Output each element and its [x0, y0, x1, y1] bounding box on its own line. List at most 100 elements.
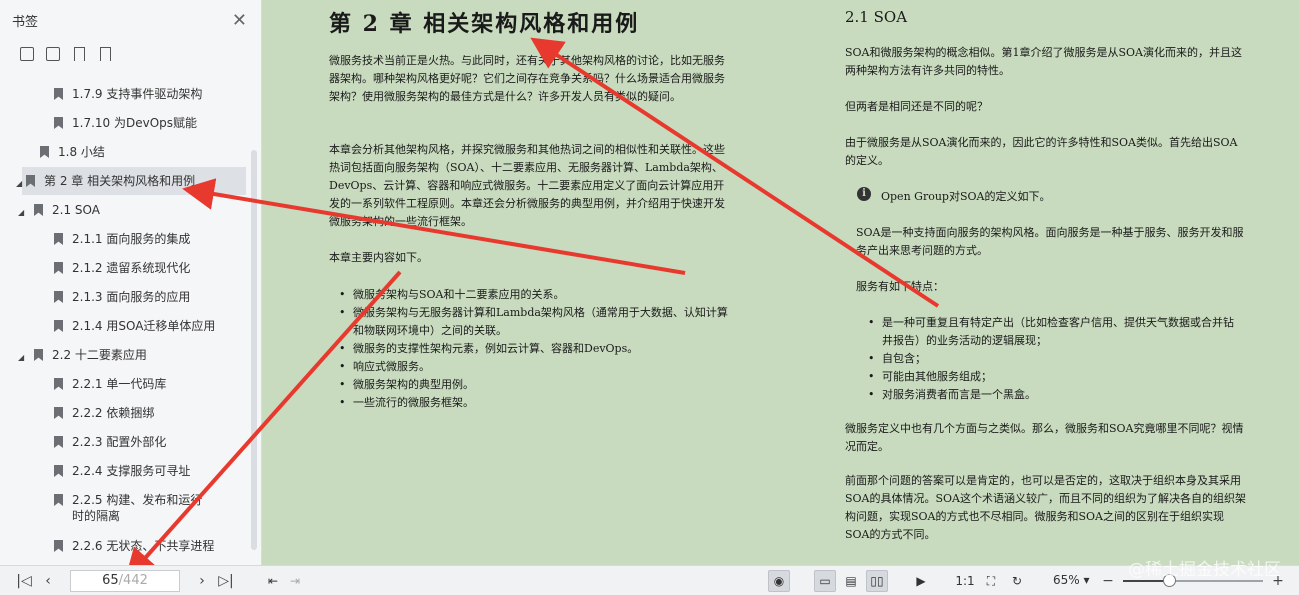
- paragraph: 但两者是相同还是不同的呢？: [845, 100, 988, 113]
- bookmark-label: 2.1.1 面向服务的集成: [72, 232, 191, 246]
- paragraph: 本章主要内容如下。: [329, 251, 428, 264]
- bookmark-item[interactable]: 2.2.3 配置外部化: [0, 428, 250, 456]
- list-item: 微服务架构的典型用例。: [339, 376, 729, 394]
- section-title: 2.1 SOA: [845, 8, 908, 26]
- paragraph: 前面那个问题的答案可以是肯定的，也可以是否定的，这取决于组织本身及其采用SOA的…: [845, 474, 1246, 541]
- collapse-all-icon[interactable]: [46, 47, 60, 61]
- forward-icon[interactable]: ⇥: [284, 570, 306, 592]
- expand-toggle-icon[interactable]: ◢: [18, 350, 24, 366]
- list-item: 微服务架构与无服务器计算和Lambda架构风格（通常用于大数据、认知计算和物联网…: [339, 304, 729, 340]
- sidebar-scrollbar[interactable]: [251, 150, 257, 550]
- bookmark-label: 2.2.6 无状态、不共享进程: [72, 539, 215, 553]
- bookmark-item[interactable]: 2.2.4 支撑服务可寻址: [0, 457, 250, 485]
- bookmark-item[interactable]: ◢ 2.2 十二要素应用: [0, 341, 250, 369]
- bookmark-item[interactable]: 2.2.2 依赖捆绑: [0, 399, 250, 427]
- bookmark-icon: [26, 175, 35, 187]
- bookmark-label: 2.1.2 遗留系统现代化: [72, 261, 191, 275]
- document-view: 第 2 章 相关架构风格和用例 微服务技术当前正是火热。与此同时，还有关于其他架…: [263, 0, 1299, 565]
- bookmark-item[interactable]: 2.1.3 面向服务的应用: [0, 283, 250, 311]
- bookmark-label: 2.1.4 用SOA迁移单体应用: [72, 319, 216, 333]
- list-item: 可能由其他服务组成；: [868, 368, 1238, 386]
- add-bookmark-icon[interactable]: [72, 47, 86, 61]
- expand-toggle-icon[interactable]: ◢: [16, 176, 22, 192]
- bookmark-icon: [54, 407, 63, 419]
- bookmark-item[interactable]: 2.1.1 面向服务的集成: [0, 225, 250, 253]
- bookmark-item[interactable]: 1.7.10 为DevOps赋能: [0, 109, 250, 137]
- continuous-page-icon[interactable]: ▤: [840, 570, 862, 592]
- bookmark-item[interactable]: 2.2.5 构建、发布和运行时的隔离: [0, 486, 250, 523]
- expand-all-icon[interactable]: [20, 47, 34, 61]
- play-icon[interactable]: ▶: [910, 570, 932, 592]
- bookmark-icon: [54, 436, 63, 448]
- bookmark-item[interactable]: 2.2.1 单一代码库: [0, 370, 250, 398]
- info-icon: i: [857, 187, 871, 201]
- list-item: 一些流行的微服务框架。: [339, 394, 729, 412]
- bookmark-label: 2.1 SOA: [52, 203, 100, 217]
- bookmark-item[interactable]: 2.2.6 无状态、不共享进程: [0, 532, 250, 560]
- first-page-icon[interactable]: |◁: [14, 571, 34, 591]
- zoom-out-icon[interactable]: −: [1098, 571, 1118, 591]
- bookmark-icon: [40, 146, 49, 158]
- bookmark-label: 2.2.3 配置外部化: [72, 435, 167, 449]
- page-number-input[interactable]: 65/442: [70, 570, 180, 592]
- actual-size-icon[interactable]: 1:1: [954, 570, 976, 592]
- bookmark-label: 2.2.1 单一代码库: [72, 377, 167, 391]
- bookmark-icon[interactable]: [98, 47, 112, 61]
- list-item: 响应式微服务。: [339, 358, 729, 376]
- bookmark-panel: 书签 ✕ 1.7.9 支持事件驱动架构 1.7.10 为DevOps赋能 1.8 小…: [0, 0, 262, 565]
- single-page-icon[interactable]: ▭: [814, 570, 836, 592]
- fit-page-icon[interactable]: ⛶: [980, 570, 1002, 592]
- next-page-icon[interactable]: ›: [192, 571, 212, 591]
- bookmark-label: 2.2.4 支撑服务可寻址: [72, 464, 191, 478]
- bookmark-item[interactable]: 2.1.4 用SOA迁移单体应用: [0, 312, 250, 340]
- bookmark-item[interactable]: ◢ 2.1 SOA: [0, 196, 250, 224]
- two-page-icon[interactable]: ▯▯: [866, 570, 888, 592]
- bookmark-icon: [54, 233, 63, 245]
- paragraph: 微服务定义中也有几个方面与之类似。那么，微服务和SOA究竟哪里不同呢？视情况而定…: [845, 422, 1244, 453]
- list-item: 自包含；: [868, 350, 1238, 368]
- bookmark-panel-title: 书签: [12, 14, 39, 30]
- note-text: Open Group对SOA的定义如下。: [881, 190, 1051, 203]
- expand-toggle-icon[interactable]: ◢: [18, 205, 24, 221]
- quote-text: SOA是一种支持面向服务的架构风格。面向服务是一种基于服务、服务开发和服务产出来…: [856, 226, 1244, 257]
- bookmark-label: 1.7.10 为DevOps赋能: [72, 116, 198, 130]
- zoom-level[interactable]: 65% ▾: [1053, 573, 1090, 587]
- bookmark-icon: [54, 88, 63, 100]
- list-item: 微服务架构与SOA和十二要素应用的关系。: [339, 286, 729, 304]
- bookmark-label: 1.8 小结: [58, 145, 105, 159]
- bookmark-icon: [54, 262, 63, 274]
- rotate-icon[interactable]: ↻: [1006, 570, 1028, 592]
- bookmark-label: 2.2 十二要素应用: [52, 348, 147, 362]
- paragraph: 由于微服务是从SOA演化而来的，因此它的许多特性和SOA类似。首先给出SOA的定…: [845, 136, 1238, 167]
- bookmark-icon: [54, 117, 63, 129]
- chapter-title: 第 2 章 相关架构风格和用例: [329, 11, 640, 37]
- list-item: 对服务消费者而言是一个黑盒。: [868, 386, 1238, 404]
- bookmark-item[interactable]: 2.1.2 遗留系统现代化: [0, 254, 250, 282]
- bookmark-label: 2.2.2 依赖捆绑: [72, 406, 155, 420]
- bookmark-item[interactable]: 1.7.9 支持事件驱动架构: [0, 80, 250, 108]
- bullet-list: 微服务架构与SOA和十二要素应用的关系。微服务架构与无服务器计算和Lambda架…: [339, 286, 729, 412]
- bookmark-label: 2.1.3 面向服务的应用: [72, 290, 191, 304]
- bookmark-label: 1.7.9 支持事件驱动架构: [72, 87, 203, 101]
- watermark: @稀土掘金技术社区: [1128, 560, 1281, 580]
- bookmark-icon: [34, 349, 43, 361]
- bookmark-item[interactable]: ◢ 第 2 章 相关架构风格和用例: [16, 167, 246, 195]
- status-bar: |◁ ‹ 65/442 › ▷| ⇤ ⇥ ◉ ▭ ▤ ▯▯ ▶ 1:1 ⛶ ↻ …: [0, 565, 1299, 595]
- bookmark-icon: [54, 378, 63, 390]
- bookmark-icon: [54, 494, 63, 506]
- last-page-icon[interactable]: ▷|: [216, 571, 236, 591]
- list-item: 是一种可重复且有特定产出（比如检查客户信用、提供天气数据或合并钻井报告）的业务活…: [868, 314, 1238, 350]
- total-pages: /442: [118, 573, 148, 588]
- prev-page-icon[interactable]: ‹: [38, 571, 58, 591]
- bookmark-icon: [54, 540, 63, 552]
- bookmark-item[interactable]: 1.8 小结: [0, 138, 250, 166]
- zoom-slider[interactable]: [1123, 574, 1263, 587]
- eye-protection-icon[interactable]: ◉: [768, 570, 790, 592]
- bookmark-icon: [54, 291, 63, 303]
- back-icon[interactable]: ⇤: [262, 570, 284, 592]
- current-page: 65: [102, 573, 119, 588]
- close-icon[interactable]: ✕: [232, 10, 247, 31]
- features-intro: 服务有如下特点：: [856, 280, 944, 293]
- bookmark-panel-header: 书签 ✕: [0, 0, 261, 40]
- bookmark-icon: [34, 204, 43, 216]
